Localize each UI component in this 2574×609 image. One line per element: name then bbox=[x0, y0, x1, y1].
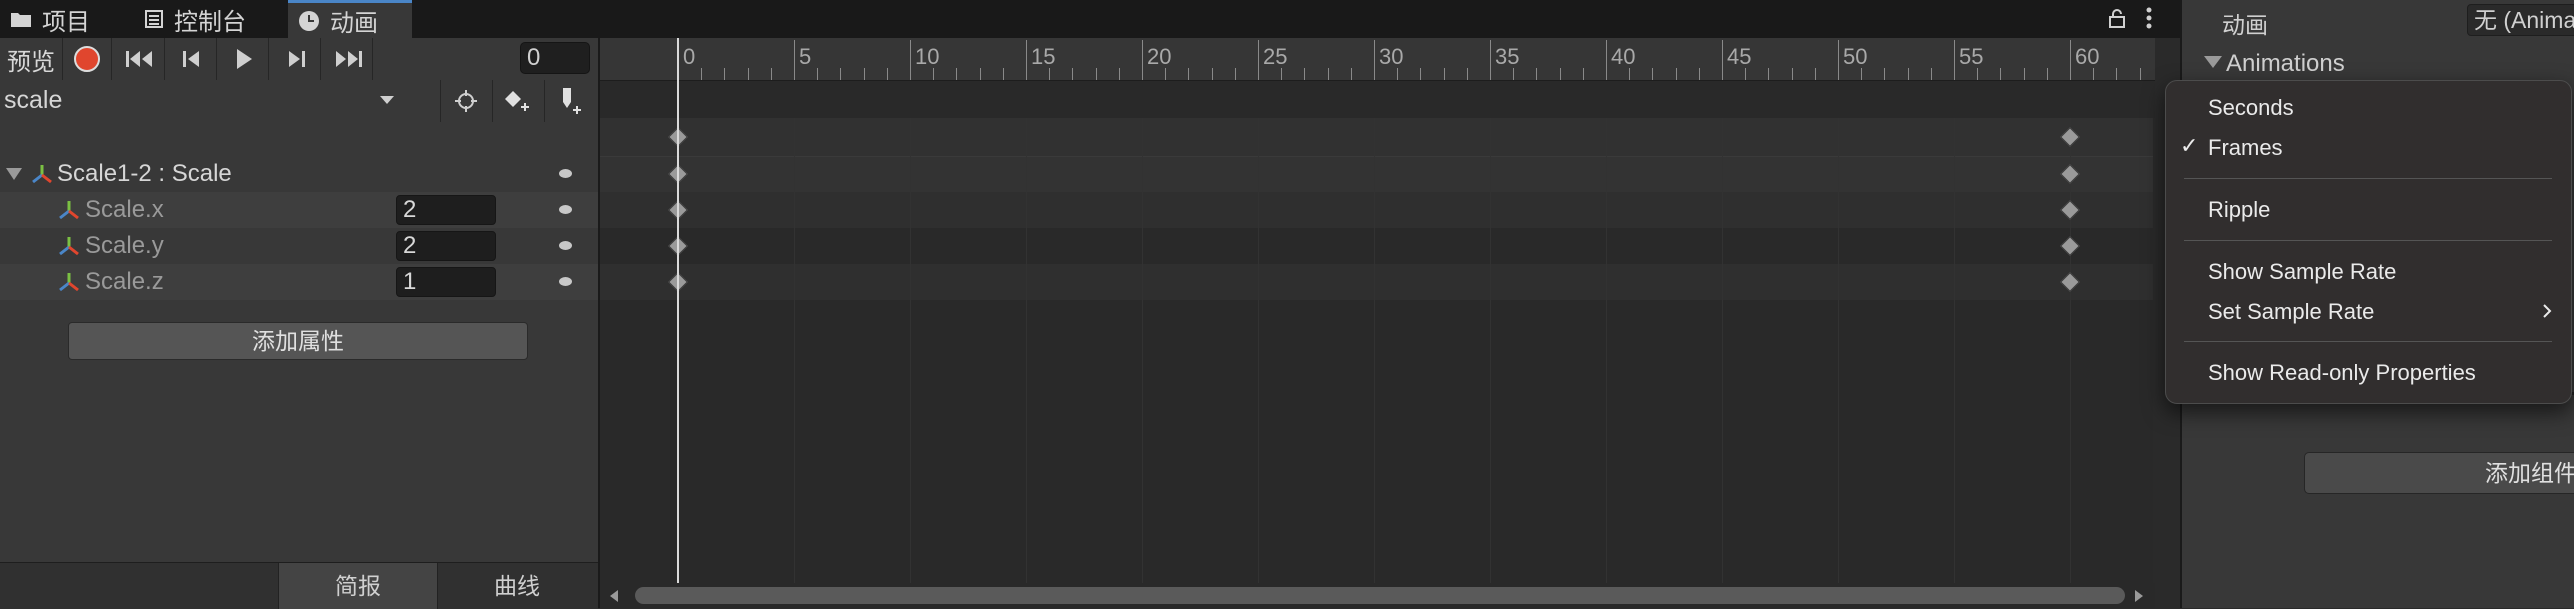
current-frame-field[interactable]: 0 bbox=[520, 42, 590, 74]
clip-dropdown-value: scale bbox=[4, 85, 63, 114]
skip-to-end-icon bbox=[336, 51, 362, 67]
add-keyframe-icon bbox=[505, 91, 529, 111]
property-row[interactable]: Scale.x 2 bbox=[0, 192, 598, 228]
last-frame-button[interactable] bbox=[324, 38, 373, 80]
property-options-icon[interactable] bbox=[559, 241, 572, 250]
horizontal-scrollbar-thumb[interactable] bbox=[635, 587, 2125, 604]
add-keyframe-button[interactable] bbox=[492, 80, 543, 122]
triangle-expanded-icon[interactable] bbox=[6, 168, 22, 180]
add-event-button[interactable] bbox=[544, 80, 595, 122]
menu-separator bbox=[2184, 178, 2552, 179]
horizontal-scrollbar[interactable] bbox=[600, 583, 2155, 608]
window-menu-icon[interactable] bbox=[2146, 6, 2152, 30]
property-options-icon[interactable] bbox=[559, 205, 572, 214]
preview-button[interactable]: 预览 bbox=[0, 38, 63, 80]
tab-project[interactable]: 项目 bbox=[0, 0, 150, 38]
play-icon bbox=[237, 49, 252, 69]
folder-icon bbox=[11, 13, 31, 27]
first-frame-button[interactable] bbox=[116, 38, 165, 80]
tab-console-label: 控制台 bbox=[174, 8, 246, 36]
inspector-field-label: 动画 bbox=[2222, 12, 2268, 38]
keyframe-diamond[interactable] bbox=[2060, 127, 2080, 147]
property-row[interactable]: Scale.z 1 bbox=[0, 264, 598, 300]
property-options-icon[interactable] bbox=[559, 277, 572, 286]
checkmark-icon: ✓ bbox=[2180, 133, 2199, 158]
submenu-arrow-icon bbox=[2543, 304, 2552, 318]
property-list-panel: Scale1-2 : Scale Scale.x 2 Scale.y 2 Sca… bbox=[0, 122, 598, 562]
record-button[interactable] bbox=[63, 38, 112, 80]
menu-item-frames[interactable]: Frames bbox=[2208, 135, 2283, 161]
clock-icon bbox=[299, 10, 319, 31]
play-button[interactable] bbox=[220, 38, 269, 80]
preview-label: 预览 bbox=[7, 48, 55, 76]
tab-project-label: 项目 bbox=[42, 8, 90, 36]
view-mode-tabs: 简报 曲线 bbox=[0, 562, 598, 609]
menu-item-ripple[interactable]: Ripple bbox=[2208, 197, 2270, 223]
property-label: Scale.x bbox=[85, 196, 164, 223]
next-frame-button[interactable] bbox=[272, 38, 321, 80]
menu-item-show-sample-rate[interactable]: Show Sample Rate bbox=[2208, 259, 2396, 285]
tab-console[interactable]: 控制台 bbox=[134, 0, 304, 38]
property-group-label: Scale1-2 : Scale bbox=[57, 160, 232, 187]
window-tab-bar: 项目 控制台 动画 bbox=[0, 0, 2180, 38]
property-label: Scale.z bbox=[85, 268, 164, 295]
crosshair-icon bbox=[455, 90, 477, 112]
property-value-field[interactable]: 2 bbox=[396, 195, 496, 225]
keyframe-layer bbox=[600, 38, 2155, 583]
keyframe-diamond[interactable] bbox=[2060, 200, 2080, 220]
clip-toolbar: scale bbox=[0, 80, 598, 123]
skip-to-start-icon bbox=[126, 51, 152, 67]
keyframe-diamond[interactable] bbox=[2060, 272, 2080, 292]
step-back-icon bbox=[183, 51, 199, 67]
playback-toolbar: 预览 0 bbox=[0, 38, 598, 81]
tab-dopesheet[interactable]: 简报 bbox=[278, 563, 438, 609]
transform-axes-icon bbox=[32, 165, 52, 184]
property-value-field[interactable]: 1 bbox=[396, 267, 496, 297]
scroll-left-arrow-icon[interactable] bbox=[610, 590, 618, 602]
vertical-scrollbar[interactable] bbox=[2153, 118, 2155, 588]
animations-section-label[interactable]: Animations bbox=[2226, 50, 2345, 78]
menu-separator bbox=[2184, 341, 2552, 342]
tab-curves[interactable]: 曲线 bbox=[438, 563, 596, 609]
add-component-button[interactable]: 添加组件 bbox=[2304, 452, 2574, 494]
menu-item-seconds[interactable]: Seconds bbox=[2208, 95, 2294, 121]
keyframe-diamond[interactable] bbox=[2060, 164, 2080, 184]
tab-animation[interactable]: 动画 bbox=[288, 0, 412, 38]
add-event-icon bbox=[563, 88, 581, 114]
scroll-right-arrow-icon[interactable] bbox=[2135, 590, 2143, 602]
timeline-area[interactable]: 0 5 10 15 20 25 30 35 40 45 50 55 60 bbox=[598, 38, 2155, 608]
menu-separator bbox=[2184, 240, 2552, 241]
clip-dropdown[interactable]: scale bbox=[4, 82, 402, 118]
step-forward-icon bbox=[289, 51, 305, 67]
console-icon bbox=[145, 10, 163, 28]
transform-axes-icon bbox=[59, 201, 79, 220]
transform-axes-icon bbox=[59, 237, 79, 256]
playhead-line[interactable] bbox=[677, 38, 679, 583]
property-options-icon[interactable] bbox=[559, 169, 572, 178]
keyframe-diamond[interactable] bbox=[2060, 236, 2080, 256]
menu-item-show-read-only-properties[interactable]: Show Read-only Properties bbox=[2208, 360, 2476, 386]
chevron-down-icon bbox=[380, 96, 394, 104]
filter-by-selection-button[interactable] bbox=[440, 80, 491, 122]
property-group-row[interactable]: Scale1-2 : Scale bbox=[0, 156, 598, 192]
tab-animation-label: 动画 bbox=[330, 10, 378, 37]
animation-object-field[interactable]: 无 (Anima bbox=[2467, 4, 2574, 36]
prev-frame-button[interactable] bbox=[168, 38, 217, 80]
record-icon bbox=[74, 46, 100, 72]
timeline-context-menu: Seconds ✓ Frames Ripple Show Sample Rate… bbox=[2165, 80, 2572, 404]
triangle-expanded-icon[interactable] bbox=[2204, 56, 2222, 68]
property-label: Scale.y bbox=[85, 232, 164, 259]
menu-item-set-sample-rate[interactable]: Set Sample Rate bbox=[2208, 299, 2374, 325]
property-row[interactable]: Scale.y 2 bbox=[0, 228, 598, 264]
add-property-button[interactable]: 添加属性 bbox=[68, 322, 528, 360]
transform-axes-icon bbox=[59, 273, 79, 292]
lock-icon[interactable] bbox=[2108, 8, 2126, 28]
property-value-field[interactable]: 2 bbox=[396, 231, 496, 261]
